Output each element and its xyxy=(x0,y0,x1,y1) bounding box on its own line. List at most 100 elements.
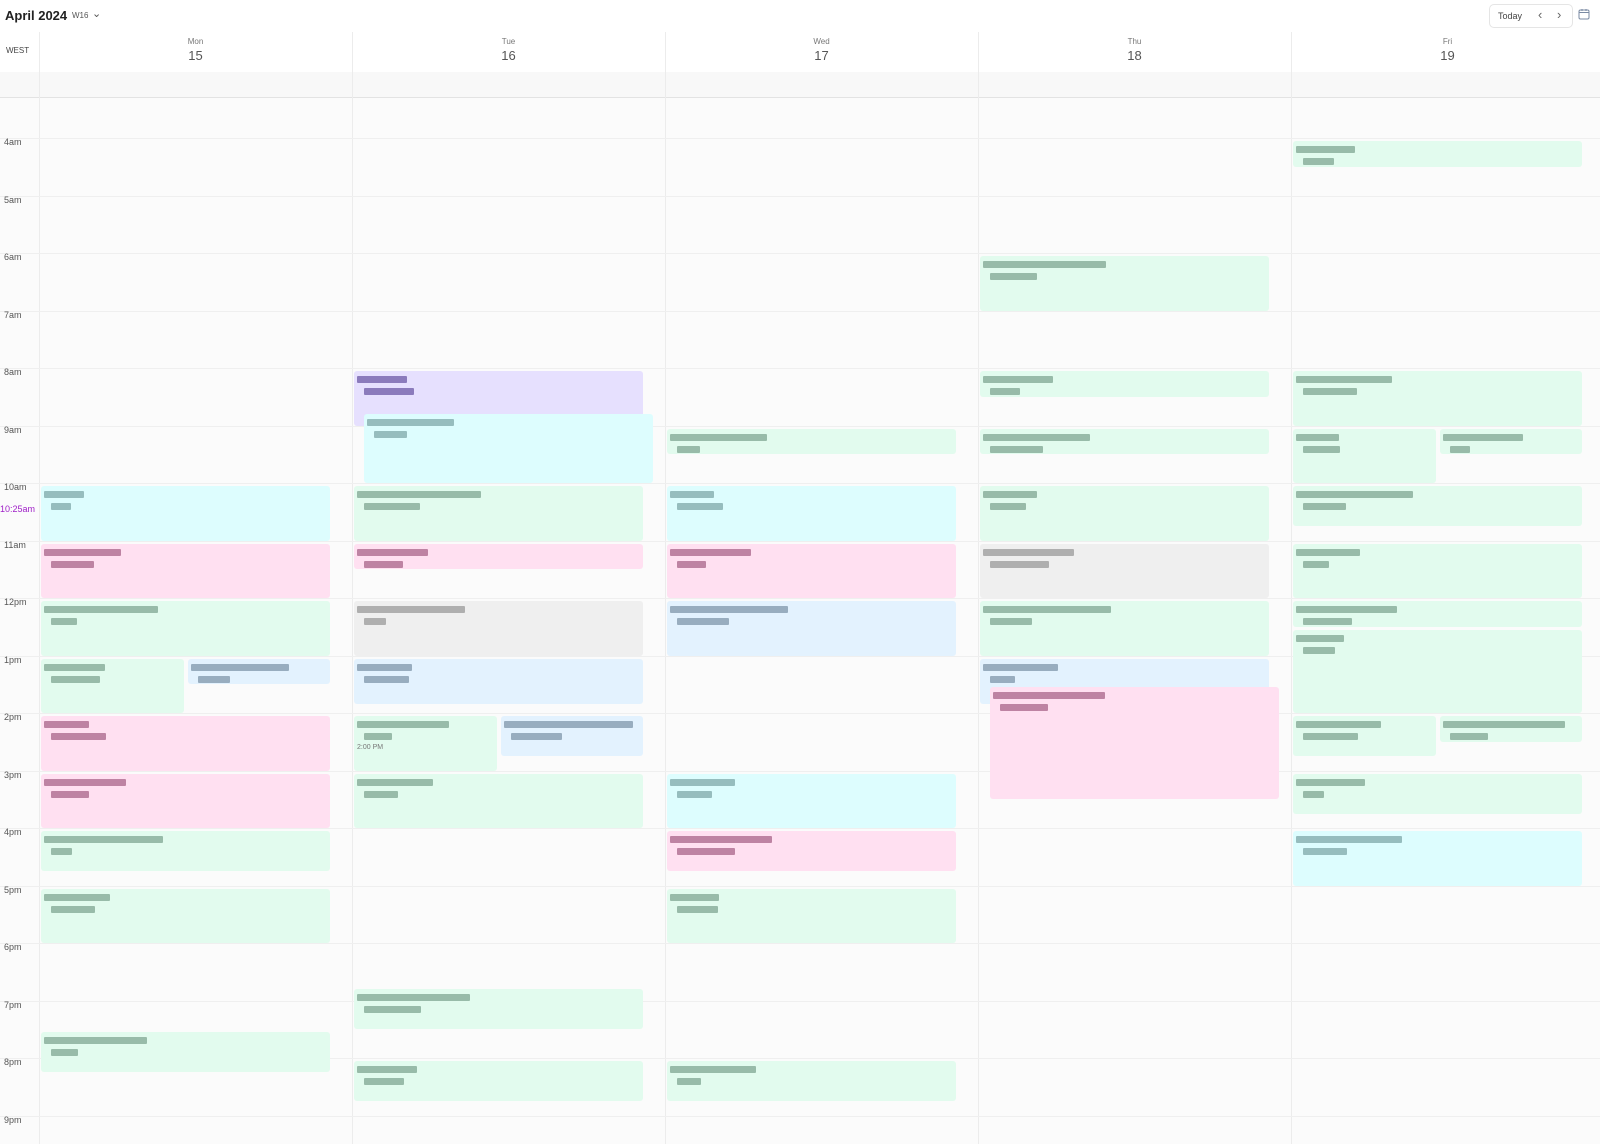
event-detail-placeholder xyxy=(990,560,1049,568)
week-selector[interactable]: W16 xyxy=(72,11,88,20)
calendar-event[interactable] xyxy=(1293,141,1582,167)
calendar-event[interactable] xyxy=(1293,428,1436,483)
event-detail-placeholder xyxy=(990,618,1032,625)
hour-gridline xyxy=(0,483,1600,484)
chevron-right-icon[interactable]: › xyxy=(1557,7,1561,22)
day-name: Tue xyxy=(501,37,516,46)
event-title-placeholder xyxy=(1296,778,1365,786)
event-title-placeholder xyxy=(1296,491,1413,498)
calendar-event[interactable]: 2:00 PM xyxy=(354,716,497,771)
calendar-event[interactable] xyxy=(1293,831,1582,886)
calendar-event[interactable] xyxy=(667,888,956,943)
calendar-event[interactable] xyxy=(354,1061,643,1102)
calendar-event[interactable] xyxy=(354,486,643,541)
hour-label: 7am xyxy=(4,309,22,320)
event-title-placeholder xyxy=(357,491,481,498)
calendar-event[interactable] xyxy=(41,888,330,943)
calendar-event[interactable] xyxy=(980,486,1269,541)
day-column-divider xyxy=(665,32,666,1144)
event-detail-placeholder xyxy=(677,790,712,798)
today-button[interactable]: Today xyxy=(1498,11,1522,21)
calendar-event[interactable] xyxy=(1439,716,1582,742)
hour-gridline xyxy=(0,1115,1600,1117)
event-time: 2:00 PM xyxy=(357,744,384,751)
calendar-event[interactable] xyxy=(667,773,956,828)
hour-label: 2pm xyxy=(4,712,22,722)
calendar-event[interactable] xyxy=(667,601,956,656)
calendar-event[interactable] xyxy=(41,543,330,598)
calendar-event[interactable] xyxy=(364,414,653,483)
event-detail-placeholder xyxy=(1303,733,1358,740)
calendar-event[interactable] xyxy=(667,486,956,541)
calendar-event[interactable] xyxy=(980,601,1269,656)
event-detail-placeholder xyxy=(51,790,89,798)
calendar-event[interactable] xyxy=(41,601,330,656)
event-title-placeholder xyxy=(983,491,1037,498)
calendar-event[interactable] xyxy=(1293,371,1582,426)
day-header-thu[interactable]: Thu 18 xyxy=(978,32,1291,63)
current-time-indicator: 10:25am xyxy=(0,504,36,514)
event-detail-placeholder xyxy=(364,733,392,740)
hour-gridline xyxy=(0,540,1600,542)
calendar-event[interactable] xyxy=(1293,773,1582,814)
calendar-event[interactable] xyxy=(354,989,643,1030)
calendar-event[interactable] xyxy=(980,371,1269,397)
calendar-event[interactable] xyxy=(354,543,643,570)
calendar-event[interactable] xyxy=(41,658,184,713)
hour-label: 6am xyxy=(4,252,22,262)
calendar-event[interactable] xyxy=(41,486,330,541)
event-title-placeholder xyxy=(670,836,772,843)
event-title-placeholder xyxy=(1296,721,1381,728)
event-title-placeholder xyxy=(1296,146,1355,153)
event-detail-placeholder xyxy=(990,503,1026,510)
hour-gridline xyxy=(0,828,1600,829)
calendar-event[interactable] xyxy=(1439,428,1582,455)
event-detail-placeholder xyxy=(197,675,230,683)
calendar-event[interactable] xyxy=(980,256,1269,311)
calendar-event[interactable] xyxy=(667,1061,956,1102)
event-detail-placeholder xyxy=(51,560,94,568)
calendar-event[interactable] xyxy=(1293,629,1582,713)
day-number: 18 xyxy=(1127,48,1142,63)
chevron-left-icon[interactable]: ‹ xyxy=(1538,7,1542,22)
calendar-event[interactable] xyxy=(1293,716,1436,757)
calendar-event[interactable] xyxy=(1293,543,1582,598)
chevron-down-icon[interactable]: ⌄ xyxy=(92,7,101,20)
event-detail-placeholder xyxy=(364,1006,421,1014)
calendar-event[interactable] xyxy=(980,428,1269,455)
calendar-event[interactable] xyxy=(667,543,956,598)
calendar-event[interactable] xyxy=(41,1032,330,1073)
event-detail-placeholder xyxy=(1303,790,1324,798)
calendar-event[interactable] xyxy=(500,716,643,757)
day-header-fri[interactable]: Fri 19 xyxy=(1291,32,1600,63)
event-title-placeholder xyxy=(1296,836,1402,843)
day-header-wed[interactable]: Wed 17 xyxy=(665,32,978,63)
hour-gridline xyxy=(0,713,1600,714)
hour-gridline xyxy=(0,138,1600,139)
calendar-event[interactable] xyxy=(1293,601,1582,627)
all-day-row[interactable] xyxy=(0,72,1600,98)
calendar-icon[interactable] xyxy=(1578,8,1590,20)
calendar-event[interactable] xyxy=(990,687,1279,800)
day-number: 16 xyxy=(501,48,516,63)
calendar-event[interactable] xyxy=(1293,486,1582,527)
hour-gridline xyxy=(0,770,1600,772)
event-title-placeholder xyxy=(1296,634,1344,642)
calendar-event[interactable] xyxy=(41,716,330,771)
calendar-event[interactable] xyxy=(667,428,956,455)
calendar-event[interactable] xyxy=(667,831,956,872)
calendar-event[interactable] xyxy=(354,601,643,656)
event-detail-placeholder xyxy=(1303,503,1346,510)
hour-label: 1pm xyxy=(4,654,22,665)
calendar-event[interactable] xyxy=(41,773,330,828)
event-title-placeholder xyxy=(44,606,158,613)
calendar-event[interactable] xyxy=(354,773,643,828)
day-header-mon[interactable]: Mon 15 xyxy=(39,32,352,63)
calendar-event[interactable] xyxy=(41,831,330,872)
calendar-event[interactable] xyxy=(187,658,330,685)
calendar-event[interactable] xyxy=(980,543,1269,598)
event-detail-placeholder xyxy=(374,431,407,439)
event-detail-placeholder xyxy=(1449,733,1488,740)
calendar-event[interactable] xyxy=(354,658,643,705)
day-header-tue[interactable]: Tue 16 xyxy=(352,32,665,63)
